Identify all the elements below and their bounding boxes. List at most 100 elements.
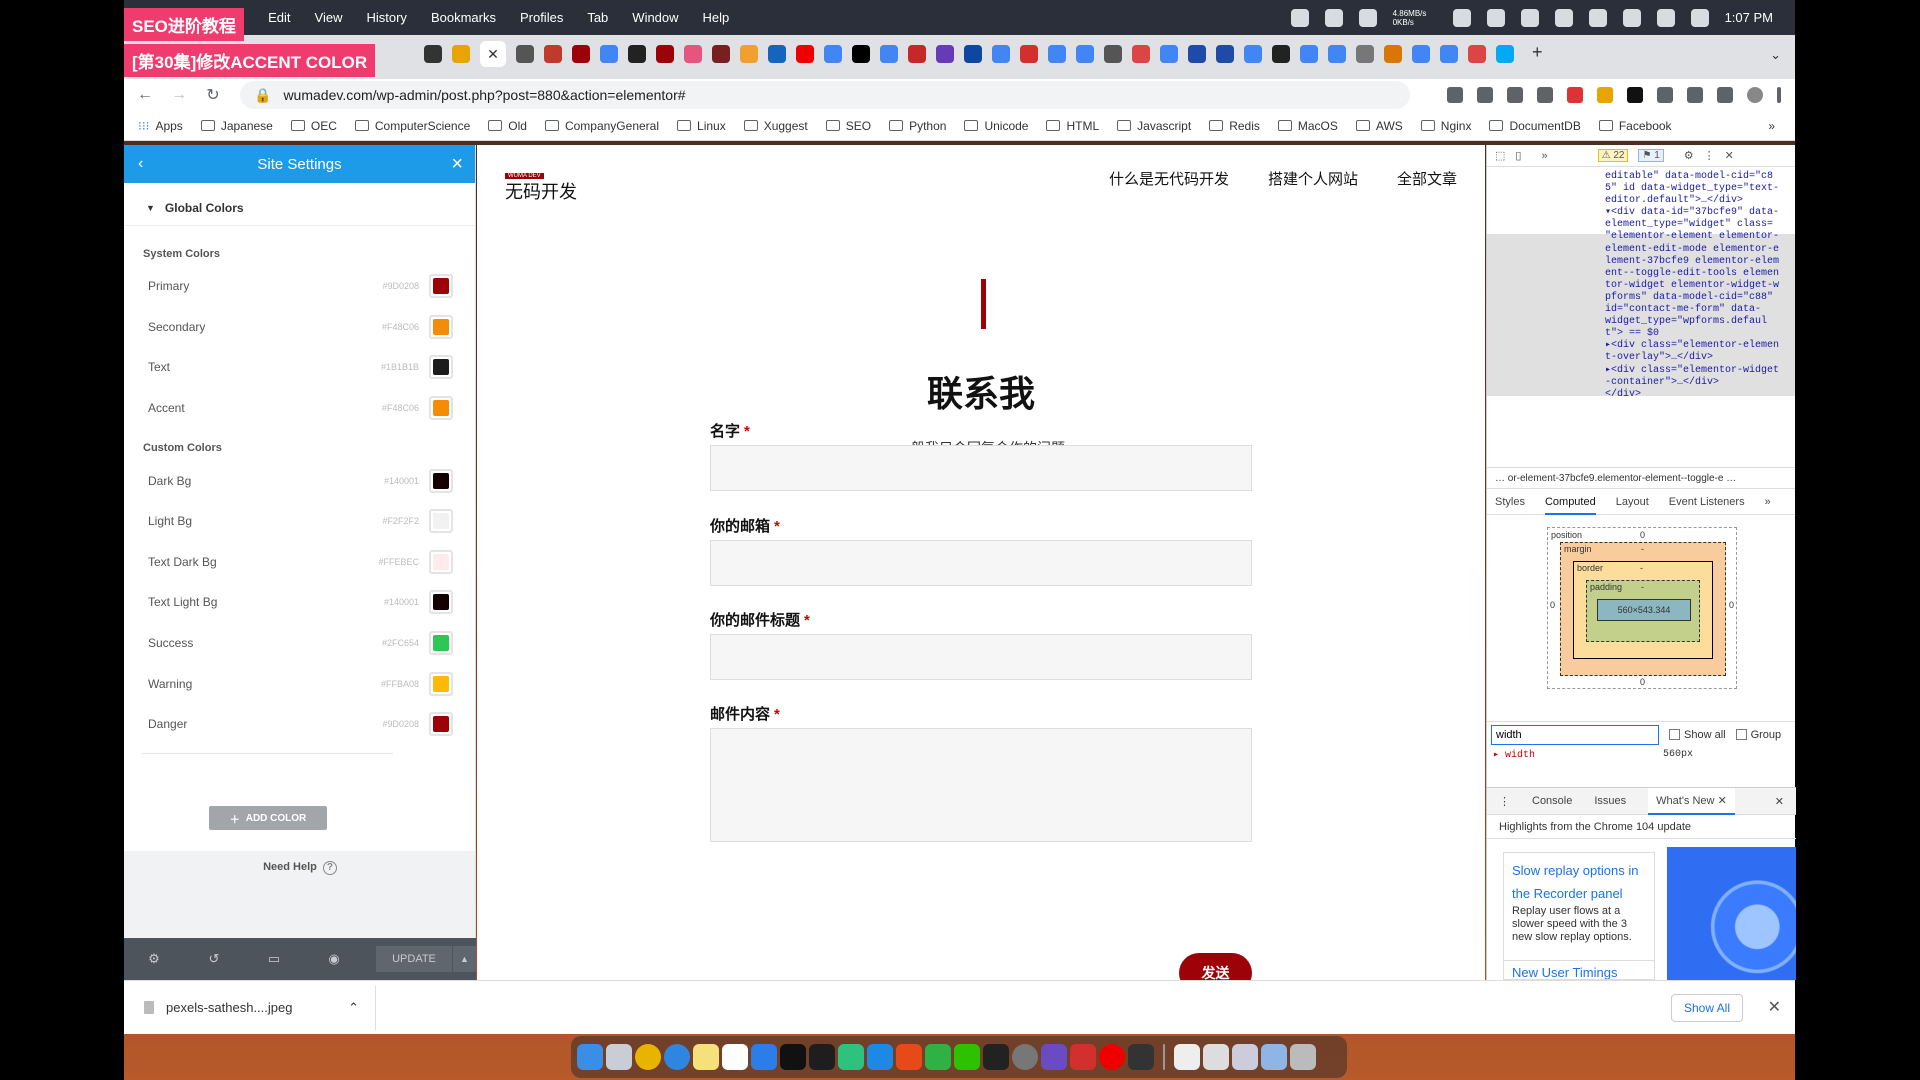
menu-help[interactable]: Help — [703, 10, 730, 25]
bookmark-folder[interactable]: Japanese — [200, 119, 273, 133]
reload-icon[interactable]: ↻ — [200, 85, 226, 105]
bookmark-folder[interactable]: Python — [889, 119, 946, 133]
tab-search-icon[interactable]: ⌄ — [1770, 47, 1781, 63]
color-swatch[interactable] — [429, 590, 453, 615]
launchpad-icon[interactable] — [606, 1044, 632, 1070]
notes-icon[interactable] — [693, 1044, 719, 1070]
tab-favicon[interactable] — [880, 45, 898, 63]
bookmark-folder[interactable]: SEO — [825, 119, 871, 133]
tab-favicon[interactable] — [1020, 45, 1038, 63]
drive-icon[interactable] — [1486, 8, 1505, 27]
dom-line[interactable]: ▸<div class="elementor-elemen — [1605, 340, 1789, 352]
bookmark-folder[interactable]: Javascript — [1117, 119, 1191, 133]
tab-favicon[interactable] — [452, 45, 470, 63]
color-row[interactable]: Text Dark Bg #FFEBEC — [124, 542, 475, 583]
dom-line[interactable]: t"> == $0 — [1605, 328, 1789, 340]
dom-line[interactable]: ▸<div class="elementor-widget — [1605, 365, 1789, 377]
color-swatch[interactable] — [429, 509, 453, 534]
bookmark-star-icon[interactable] — [1507, 87, 1523, 103]
dropbox-icon[interactable] — [1452, 8, 1471, 27]
input-method-icon[interactable] — [1324, 8, 1343, 27]
control-center-icon[interactable] — [1690, 8, 1709, 27]
filter-input[interactable] — [1491, 724, 1659, 745]
site-logo[interactable]: WUMA DEV 无码开发 — [505, 165, 577, 204]
color-swatch[interactable] — [429, 549, 453, 574]
add-color-button[interactable]: ＋ ADD COLOR — [209, 806, 327, 830]
dom-tree[interactable]: editable" data-model-cid="c8 5" id data-w… — [1487, 167, 1795, 467]
card-title[interactable]: New User Timings — [1512, 961, 1646, 979]
tab-layout[interactable]: Layout — [1616, 496, 1649, 508]
more-bookmarks-icon[interactable]: » — [1768, 119, 1775, 133]
tab-whats-new[interactable]: What's New ✕ — [1648, 787, 1735, 815]
dom-line[interactable]: ent--toggle-edit-tools elemen — [1605, 268, 1789, 280]
menu-profiles[interactable]: Profiles — [520, 10, 563, 25]
menu-window[interactable]: Window — [632, 10, 678, 25]
tab-favicon[interactable] — [1440, 45, 1458, 63]
bookmark-apps[interactable]: ⁝⁝⁝ Apps — [138, 119, 183, 133]
app-icon[interactable] — [1070, 1044, 1096, 1070]
dom-line[interactable]: element_type="widget" class= — [1605, 219, 1789, 231]
bookmark-folder[interactable]: ComputerScience — [354, 119, 470, 133]
close-tab-icon[interactable]: ✕ — [1718, 795, 1727, 807]
extension-icon[interactable] — [1657, 87, 1673, 103]
tab-favicon[interactable] — [1048, 45, 1066, 63]
dom-line[interactable]: ▾<div data-id="37bcfe9" data- — [1605, 207, 1789, 219]
dom-line[interactable]: widget_type="wpforms.defaul — [1605, 316, 1789, 328]
translate-icon[interactable] — [1447, 87, 1463, 103]
bookmark-folder[interactable]: Linux — [677, 119, 726, 133]
menu-view[interactable]: View — [315, 10, 343, 25]
back-icon[interactable]: ← — [132, 86, 158, 104]
dom-line[interactable]: editable" data-model-cid="c8 — [1605, 171, 1789, 183]
tab-favicon[interactable] — [544, 45, 562, 63]
subject-field[interactable] — [710, 634, 1252, 680]
close-icon[interactable]: ✕ — [1768, 997, 1781, 1017]
dom-line[interactable]: tor-widget elementor-widget-w — [1605, 280, 1789, 292]
dom-line[interactable]: </div> — [1605, 389, 1789, 401]
show-all-checkbox[interactable]: Show all — [1669, 729, 1726, 741]
trash-icon[interactable] — [1290, 1044, 1316, 1070]
close-devtools-icon[interactable]: ✕ — [1725, 149, 1734, 162]
color-row[interactable]: Light Bg #F2F2F2 — [124, 501, 475, 542]
close-tab-icon[interactable]: ✕ — [480, 41, 506, 67]
color-swatch[interactable] — [429, 468, 453, 493]
global-colors-toggle[interactable]: ▼ Global Colors — [124, 191, 475, 226]
numbers-icon[interactable] — [925, 1044, 951, 1070]
tab-favicon[interactable] — [1468, 45, 1486, 63]
whats-new-card[interactable]: New User Timings — [1503, 960, 1655, 980]
tab-favicon[interactable] — [572, 45, 590, 63]
tab-styles[interactable]: Styles — [1495, 496, 1525, 508]
tab-favicon[interactable] — [1188, 45, 1206, 63]
color-swatch[interactable] — [429, 396, 453, 421]
menu-history[interactable]: History — [366, 10, 406, 25]
app-icon[interactable] — [896, 1044, 922, 1070]
clock[interactable]: 1:07 PM — [1725, 10, 1773, 25]
tab-favicon[interactable] — [1384, 45, 1402, 63]
tab-favicon[interactable] — [992, 45, 1010, 63]
more-tabs-icon[interactable]: » — [1765, 496, 1771, 508]
tab-favicon[interactable] — [1132, 45, 1150, 63]
app-icon[interactable] — [751, 1044, 777, 1070]
color-row[interactable]: Text Light Bg #140001 — [124, 582, 475, 623]
extension-icon[interactable] — [1627, 87, 1643, 103]
tab-favicon[interactable] — [712, 45, 730, 63]
document-icon[interactable] — [1232, 1044, 1258, 1070]
record-icon[interactable] — [1290, 8, 1309, 27]
dom-line[interactable]: t-overlay">…</div> — [1605, 352, 1789, 364]
nav-link[interactable]: 搭建个人网站 — [1268, 168, 1358, 189]
dom-line[interactable]: element-edit-mode elementor-e — [1605, 244, 1789, 256]
back-arrow-icon[interactable]: ‹ — [138, 155, 143, 173]
bookmark-folder[interactable]: Nginx — [1420, 119, 1471, 133]
app-icon[interactable] — [1041, 1044, 1067, 1070]
tab-favicon[interactable] — [600, 45, 618, 63]
computed-property[interactable]: ▸ width 560px — [1487, 747, 1795, 763]
tab-favicon[interactable] — [1328, 45, 1346, 63]
color-swatch[interactable] — [429, 314, 453, 339]
update-options-caret-icon[interactable]: ▲ — [452, 946, 476, 972]
tab-favicon[interactable] — [852, 45, 870, 63]
submit-button[interactable]: 发送 — [1179, 953, 1252, 980]
wechat-icon[interactable] — [1358, 8, 1377, 27]
color-row[interactable]: Dark Bg #140001 — [124, 460, 475, 501]
kebab-menu-icon[interactable]: ⋮ — [1704, 149, 1715, 162]
tab-favicon[interactable] — [824, 45, 842, 63]
arrow-icon[interactable] — [1520, 8, 1539, 27]
